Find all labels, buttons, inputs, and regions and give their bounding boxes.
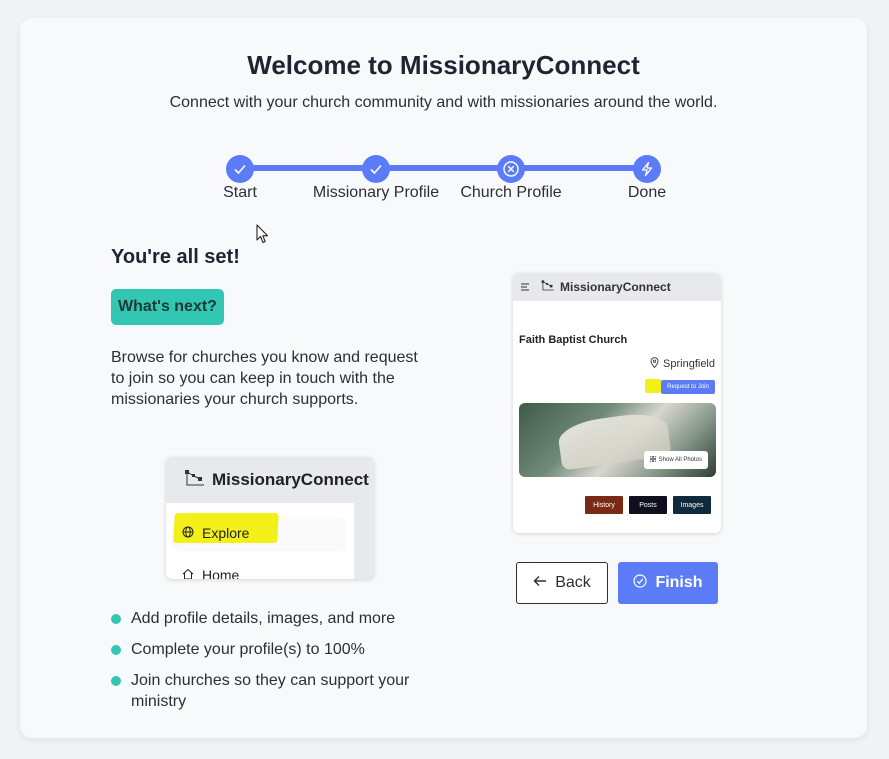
location-text: Springfield <box>663 358 715 370</box>
step-label-done: Done <box>627 184 667 201</box>
home-text: Home <box>202 567 240 579</box>
show-all-text: Show All Photos <box>658 457 702 463</box>
explore-preview-image: MissionaryConnect Explore Home <box>166 457 374 579</box>
next-steps-paragraph: Browse for churches you know and request… <box>111 349 418 408</box>
whats-next-badge: What's next? <box>111 289 224 325</box>
page-title: Welcome to MissionaryConnect <box>247 50 640 80</box>
step-start-check-icon[interactable] <box>226 155 254 183</box>
preview-brand: MissionaryConnect <box>560 280 671 294</box>
map-pin-icon <box>650 357 659 371</box>
show-all-photos-button: Show All Photos <box>643 451 708 469</box>
onboarding-card: Welcome to MissionaryConnect Connect wit… <box>20 18 867 738</box>
stepper-progress-line <box>240 165 646 171</box>
church-name: Faith Baptist Church <box>519 334 628 346</box>
step-missionary-profile-check-icon[interactable] <box>362 155 390 183</box>
list-item: Add profile details, images, and more <box>111 608 451 629</box>
bullet-dot <box>111 614 121 624</box>
grid-icon <box>649 455 656 464</box>
step-church-profile-x-circle-icon[interactable] <box>497 155 525 183</box>
list-item: Join churches so they can support your m… <box>111 670 451 712</box>
globe-icon <box>182 525 194 541</box>
preview-header: MissionaryConnect <box>513 273 721 301</box>
finish-label: Finish <box>655 574 703 591</box>
arrow-left-icon <box>533 574 547 592</box>
page-subtitle: Connect with your church community and w… <box>169 94 718 111</box>
explore-text: Explore <box>202 525 250 541</box>
back-button[interactable]: Back <box>516 562 608 604</box>
step-label-church-profile: Church Profile <box>460 184 562 201</box>
preview-header: MissionaryConnect <box>166 457 374 503</box>
logo-icon <box>184 468 206 493</box>
finish-button[interactable]: Finish <box>618 562 718 604</box>
back-label: Back <box>555 574 591 591</box>
preview-brand: MissionaryConnect <box>212 470 369 489</box>
mouse-cursor-icon <box>256 224 270 249</box>
bullet-dot <box>111 676 121 686</box>
all-set-heading: You're all set! <box>111 246 240 268</box>
church-photo: Show All Photos <box>519 403 716 477</box>
preview-scroll-area <box>354 503 374 579</box>
church-location: Springfield <box>650 357 715 371</box>
images-tab: Images <box>673 496 711 514</box>
highlight-mark <box>645 379 661 393</box>
home-icon <box>182 567 194 579</box>
list-item-text: Join churches so they can support your m… <box>131 672 410 710</box>
check-circle-icon <box>633 573 648 593</box>
preview-explore-label: Explore <box>182 525 249 541</box>
list-item-text: Add profile details, images, and more <box>131 610 396 627</box>
menu-icon <box>521 280 529 294</box>
logo-icon <box>541 279 555 295</box>
request-to-join-button: Request to Join <box>661 380 715 394</box>
preview-home-label: Home <box>182 567 239 579</box>
posts-tab: Posts <box>629 496 667 514</box>
step-label-start: Start <box>223 184 257 201</box>
step-label-missionary-profile: Missionary Profile <box>312 184 440 201</box>
bullet-dot <box>111 645 121 655</box>
history-tab: History <box>585 496 623 514</box>
list-item: Complete your profile(s) to 100% <box>111 639 451 660</box>
church-preview-image: MissionaryConnect Faith Baptist Church S… <box>513 273 721 533</box>
step-done-lightning-icon[interactable] <box>633 155 661 183</box>
list-item-text: Complete your profile(s) to 100% <box>131 641 365 658</box>
next-steps-list: Add profile details, images, and more Co… <box>111 608 451 722</box>
